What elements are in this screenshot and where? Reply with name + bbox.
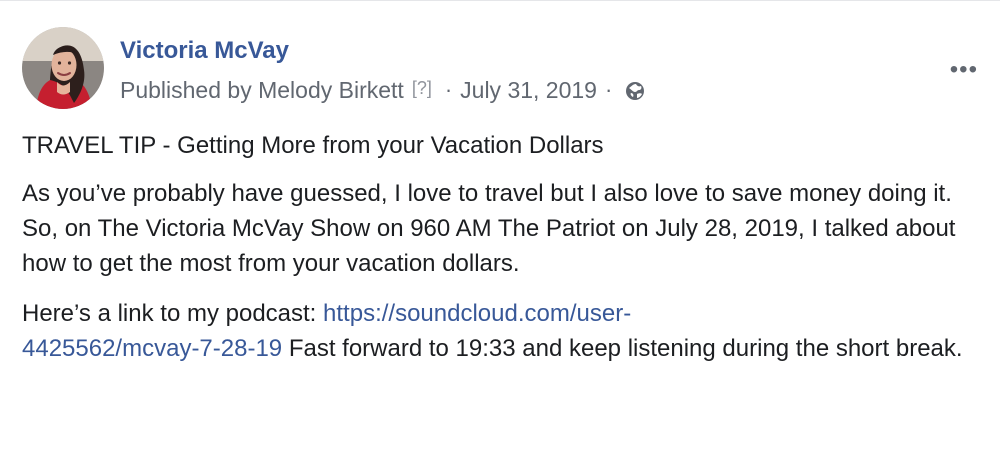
author-avatar[interactable] — [22, 27, 104, 109]
podcast-link-line1: https://soundcloud.com/user- — [323, 300, 632, 327]
podcast-paragraph: Here’s a link to my podcast: https://sou… — [22, 296, 972, 366]
podcast-followup: Fast forward to 19:33 and keep listening… — [282, 335, 963, 362]
podcast-link-line2: 4425562/mcvay-7-28-19 — [22, 335, 283, 362]
author-name[interactable]: Victoria McVay — [120, 37, 289, 65]
published-by-text[interactable]: Published by Melody Birkett — [120, 76, 404, 104]
post-metadata: Published by Melody Birkett [?] · July 3… — [120, 76, 646, 104]
post-card: Victoria McVay Published by Melody Birke… — [0, 0, 1000, 460]
globe-icon-svg — [626, 82, 645, 100]
help-link[interactable]: [?] — [412, 74, 432, 102]
post-content: TRAVEL TIP - Getting More from your Vaca… — [22, 128, 972, 366]
meta-separator: · — [604, 77, 613, 102]
podcast-intro: Here’s a link to my podcast: — [22, 300, 324, 327]
post-title: TRAVEL TIP - Getting More from your Vaca… — [22, 132, 604, 159]
more-options-icon[interactable]: ••• — [950, 58, 978, 82]
meta-separator: · — [444, 77, 453, 102]
author-avatar-image — [22, 27, 104, 109]
post-header: Victoria McVay Published by Melody Birke… — [22, 27, 1000, 111]
post-date[interactable]: July 31, 2019 — [460, 76, 597, 104]
globe-icon[interactable] — [624, 80, 646, 102]
post-body: As you’ve probably have guessed, I love … — [22, 180, 956, 277]
